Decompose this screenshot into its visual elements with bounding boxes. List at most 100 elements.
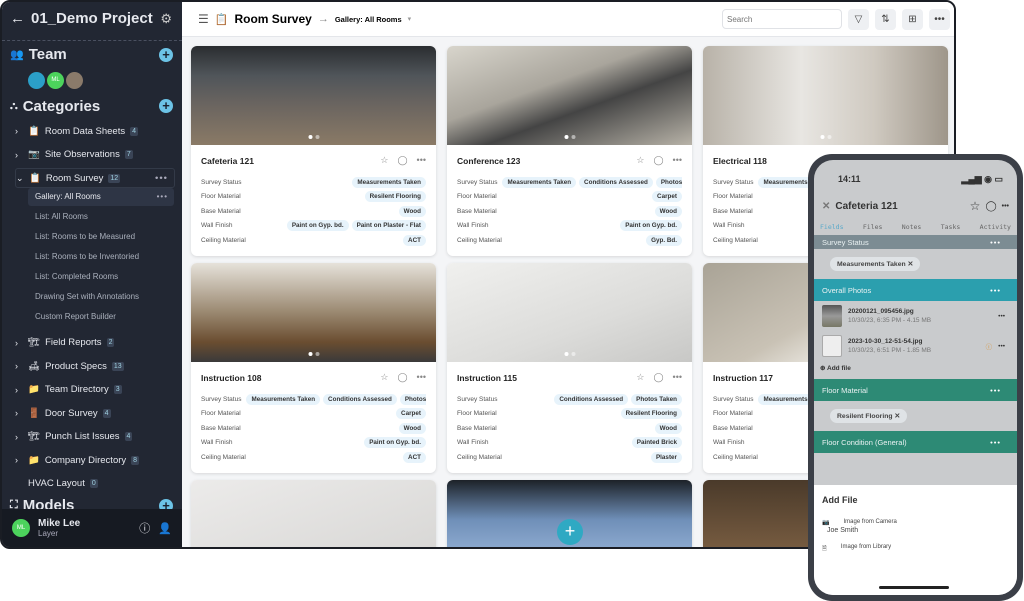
add-team-button[interactable]: + xyxy=(159,48,173,62)
chevron-right-icon[interactable]: › xyxy=(15,408,23,418)
more-icon[interactable]: ••• xyxy=(673,155,682,166)
more-button[interactable]: ••• xyxy=(929,8,950,30)
add-category-button[interactable]: + xyxy=(159,99,173,113)
star-icon[interactable]: ☆ xyxy=(636,372,644,383)
room-card[interactable] xyxy=(191,480,436,547)
category-item[interactable]: › 📷 Site Observations 7 xyxy=(15,145,175,165)
file-item[interactable]: 2023-10-30_12-51-54.jpg 10/30/23, 6:51 PM… xyxy=(814,331,1017,361)
dot[interactable] xyxy=(315,352,319,356)
tab-activity[interactable]: Activity xyxy=(980,223,1011,231)
avatar[interactable] xyxy=(28,72,45,89)
search-input[interactable] xyxy=(722,9,842,29)
chevron-right-icon[interactable]: › xyxy=(15,432,23,442)
card-photo[interactable] xyxy=(703,46,948,145)
tab-notes[interactable]: Notes xyxy=(902,223,922,231)
room-card[interactable]: Conference 123 ☆ ◯ ••• Survey Status Measurem… xyxy=(447,46,692,256)
card-photo[interactable] xyxy=(447,263,692,362)
filter-button[interactable]: ▽ xyxy=(848,8,869,30)
room-card[interactable]: Cafeteria 121 ☆ ◯ ••• Survey Status Measureme… xyxy=(191,46,436,256)
view-item[interactable]: List: Completed Rooms xyxy=(28,268,174,286)
check-circle-icon[interactable]: ◯ xyxy=(985,201,996,212)
dot[interactable] xyxy=(564,352,568,356)
dot[interactable] xyxy=(564,135,568,139)
more-icon[interactable]: ••• xyxy=(990,286,1001,295)
chevron-right-icon[interactable]: › xyxy=(15,385,23,395)
close-icon[interactable]: ✕ xyxy=(822,201,830,212)
dot[interactable] xyxy=(827,135,831,139)
dot[interactable] xyxy=(820,135,824,139)
check-circle-icon[interactable]: ◯ xyxy=(397,372,407,383)
category-item[interactable]: › 📋 Room Data Sheets 4 xyxy=(15,121,175,141)
floor-chip[interactable]: Resilent Flooring ✕ xyxy=(830,409,908,423)
dot[interactable] xyxy=(308,135,312,139)
project-header[interactable]: ← 01_Demo Project xyxy=(10,10,153,27)
dot[interactable] xyxy=(315,135,319,139)
more-icon[interactable]: ••• xyxy=(417,155,426,166)
view-item[interactable]: List: Rooms to be Inventoried xyxy=(28,248,174,266)
back-arrow-icon[interactable]: ← xyxy=(10,10,25,27)
check-circle-icon[interactable]: ◯ xyxy=(653,372,663,383)
category-item[interactable]: › 📁 Team Directory 3 xyxy=(15,380,175,400)
chevron-down-icon[interactable]: ⌄ xyxy=(16,173,24,184)
dot[interactable] xyxy=(571,352,575,356)
more-icon[interactable]: ••• xyxy=(998,343,1005,350)
library-option[interactable]: 🗎 Image from Library xyxy=(822,544,1009,554)
more-icon[interactable]: ••• xyxy=(990,438,1001,447)
check-circle-icon[interactable]: ◯ xyxy=(653,155,663,166)
chevron-down-icon[interactable]: ▾ xyxy=(408,15,412,23)
more-icon[interactable]: ••• xyxy=(157,192,168,201)
dot[interactable] xyxy=(308,352,312,356)
category-item[interactable]: › 🛋 Product Specs 13 xyxy=(15,356,175,376)
card-photo[interactable] xyxy=(191,263,436,362)
more-icon[interactable]: ••• xyxy=(998,313,1005,320)
room-card[interactable]: Instruction 115 ☆ ◯ ••• Survey Status Conditi… xyxy=(447,263,692,473)
file-item[interactable]: 20200121_095456.jpg 10/30/23, 6:35 PM - 4… xyxy=(814,301,1017,331)
category-item[interactable]: › 🚪 Door Survey 4 xyxy=(15,403,175,423)
status-chip[interactable]: Measurements Taken ✕ xyxy=(830,257,921,271)
room-card[interactable]: Instruction 108 ☆ ◯ ••• Survey Status Measure… xyxy=(191,263,436,473)
view-item[interactable]: Gallery: All Rooms ••• xyxy=(28,187,174,206)
more-icon[interactable]: ••• xyxy=(1002,203,1009,210)
category-item[interactable]: › 🏗 Field Reports 2 xyxy=(15,333,175,353)
layout-button[interactable]: ⊞ xyxy=(902,8,923,30)
view-item[interactable]: List: All Rooms xyxy=(28,208,174,226)
camera-option[interactable]: 📷 Image from Camera Joe Smith xyxy=(822,519,1009,534)
more-icon[interactable]: ••• xyxy=(155,173,168,184)
gear-icon[interactable]: ⚙ xyxy=(160,11,172,27)
chevron-right-icon[interactable]: › xyxy=(15,338,23,348)
card-photo[interactable] xyxy=(191,480,436,547)
more-icon[interactable]: ••• xyxy=(990,386,1001,395)
avatar[interactable]: ML xyxy=(47,72,64,89)
more-icon[interactable]: ••• xyxy=(417,372,426,383)
carousel-dots[interactable] xyxy=(564,352,575,356)
user-icon[interactable]: 👤 xyxy=(158,522,172,535)
help-icon[interactable]: ⓘ xyxy=(139,520,150,536)
carousel-dots[interactable] xyxy=(308,352,319,356)
add-record-button[interactable]: + xyxy=(557,519,583,545)
avatar[interactable] xyxy=(66,72,83,89)
chevron-right-icon[interactable]: › xyxy=(15,361,23,371)
carousel-dots[interactable] xyxy=(308,135,319,139)
chevron-right-icon[interactable]: › xyxy=(15,126,23,136)
dot[interactable] xyxy=(571,135,575,139)
check-circle-icon[interactable]: ◯ xyxy=(397,155,407,166)
view-item[interactable]: Custom Report Builder xyxy=(28,308,174,326)
chevron-right-icon[interactable]: › xyxy=(15,150,23,160)
category-item[interactable]: › 🏗 Punch List Issues 4 xyxy=(15,427,175,447)
tab-files[interactable]: Files xyxy=(863,223,883,231)
more-icon[interactable]: ••• xyxy=(990,238,1001,247)
carousel-dots[interactable] xyxy=(820,135,831,139)
avatar[interactable]: ML xyxy=(12,519,30,537)
category-item-hvac[interactable]: HVAC Layout 0 xyxy=(28,474,188,494)
star-icon[interactable]: ☆ xyxy=(636,155,644,166)
view-item[interactable]: List: Rooms to be Measured xyxy=(28,228,174,246)
tab-tasks[interactable]: Tasks xyxy=(941,223,961,231)
tab-fields[interactable]: Fields xyxy=(820,223,843,231)
view-selector[interactable]: Gallery: All Rooms xyxy=(335,15,402,24)
menu-icon[interactable]: ☰ xyxy=(198,12,209,26)
more-icon[interactable]: ••• xyxy=(673,372,682,383)
star-icon[interactable]: ☆ xyxy=(380,372,388,383)
category-item[interactable]: › 📁 Company Directory 8 xyxy=(15,450,175,470)
card-photo[interactable] xyxy=(447,46,692,145)
category-item[interactable]: ⌄ 📋 Room Survey 12 ••• xyxy=(15,168,175,188)
